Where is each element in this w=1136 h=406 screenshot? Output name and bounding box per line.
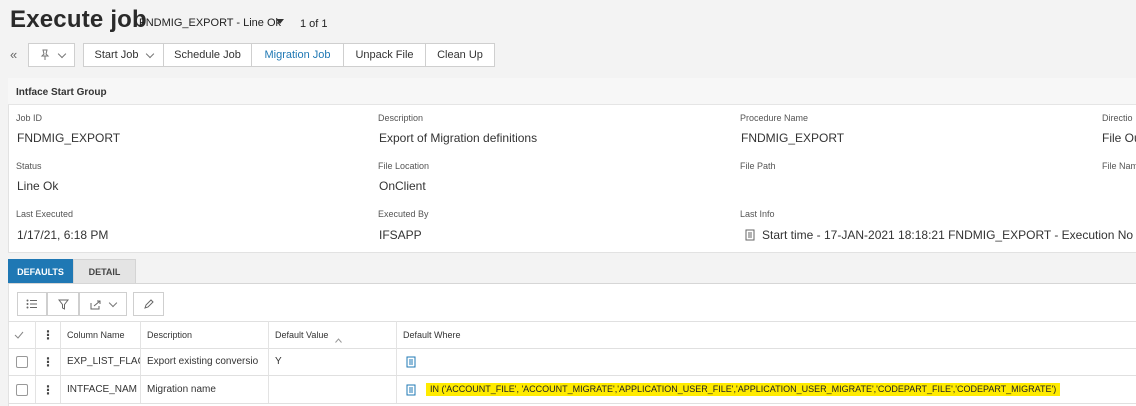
table-cell-default-value[interactable]: Y xyxy=(269,348,397,375)
default-where-highlight: IN ('ACCOUNT_FILE', 'ACCOUNT_MIGRATE','A… xyxy=(426,383,1061,396)
table-cell-default-where[interactable] xyxy=(397,348,1136,375)
field-value-file-location: OnClient xyxy=(379,179,426,193)
list-view-button[interactable] xyxy=(17,292,47,316)
pin-icon xyxy=(40,49,49,60)
field-value-last-info: Start time - 17-JAN-2021 18:18:21 FNDMIG… xyxy=(762,228,1136,242)
row-divider xyxy=(8,403,1136,404)
field-value-executed-by: IFSAPP xyxy=(379,228,422,242)
filter-icon xyxy=(57,299,69,310)
chevron-down-icon xyxy=(145,49,154,58)
list-icon xyxy=(26,299,37,309)
header-column-name[interactable]: Column Name xyxy=(61,321,141,348)
page-title: Execute job xyxy=(10,6,147,33)
document-icon[interactable] xyxy=(406,356,416,368)
field-label-file-location: File Location xyxy=(378,161,430,171)
schedule-job-button[interactable]: Schedule Job xyxy=(163,43,252,67)
checkmark-icon xyxy=(14,331,24,339)
field-label-job-id: Job ID xyxy=(16,113,43,123)
row-menu[interactable]: ⋮ xyxy=(36,348,61,375)
field-label-executed-by: Executed By xyxy=(378,209,429,219)
more-icon: ⋮ xyxy=(42,327,54,342)
unpack-file-button[interactable]: Unpack File xyxy=(343,43,426,67)
edit-button[interactable] xyxy=(133,292,164,316)
chevron-down-icon xyxy=(57,49,66,58)
record-selector-label[interactable]: FNDMIG_EXPORT - Line Ok xyxy=(139,17,281,29)
panel-title: Intface Start Group xyxy=(16,87,107,98)
header-default-value-label: Default Value xyxy=(275,329,329,340)
checkbox[interactable] xyxy=(15,383,28,396)
panel-header xyxy=(8,78,1136,105)
field-value-description: Export of Migration definitions xyxy=(379,131,538,145)
tab-defaults[interactable]: DEFAULTS xyxy=(8,259,73,284)
table-cell-column-name[interactable]: EXP_LIST_FLAG xyxy=(61,348,141,375)
field-label-direction: Directio xyxy=(1102,113,1133,123)
field-label-status: Status xyxy=(16,161,42,171)
more-icon[interactable]: ⋮ xyxy=(42,355,54,369)
field-value-status: Line Ok xyxy=(17,179,59,193)
more-icon[interactable]: ⋮ xyxy=(42,383,54,397)
document-icon[interactable] xyxy=(745,229,755,241)
header-description[interactable]: Description xyxy=(141,321,269,348)
field-label-procedure-name: Procedure Name xyxy=(740,113,809,123)
table-cell-default-value[interactable] xyxy=(269,376,397,403)
header-default-where[interactable]: Default Where xyxy=(397,321,1136,348)
tab-detail[interactable]: DETAIL xyxy=(73,259,136,284)
favorites-dropdown-button[interactable] xyxy=(28,43,75,67)
table-cell-description[interactable]: Export existing conversio xyxy=(141,348,269,375)
pencil-icon xyxy=(144,298,154,309)
checkbox[interactable] xyxy=(15,355,28,368)
document-icon[interactable] xyxy=(406,384,416,396)
table-cell-default-where[interactable]: IN ('ACCOUNT_FILE', 'ACCOUNT_MIGRATE','A… xyxy=(397,376,1136,403)
sort-up-icon xyxy=(335,338,342,343)
field-label-last-info: Last Info xyxy=(740,209,775,219)
row-menu[interactable]: ⋮ xyxy=(36,376,61,403)
header-default-value[interactable]: Default Value xyxy=(269,321,397,348)
field-label-file-path: File Path xyxy=(740,161,776,171)
caret-down-icon[interactable] xyxy=(276,19,284,24)
record-count: 1 of 1 xyxy=(300,18,328,30)
row-checkbox[interactable] xyxy=(8,376,36,403)
export-icon xyxy=(90,300,101,309)
row-actions-header: ⋮ xyxy=(36,321,61,348)
field-value-procedure-name: FNDMIG_EXPORT xyxy=(741,131,845,145)
field-label-file-name: File Nam xyxy=(1102,161,1136,171)
row-checkbox[interactable] xyxy=(8,348,36,375)
start-job-label: Start Job xyxy=(94,49,139,61)
table-cell-description[interactable]: Migration name xyxy=(141,376,269,403)
export-dropdown-button[interactable] xyxy=(79,292,127,316)
field-value-last-executed: 1/17/21, 6:18 PM xyxy=(17,228,109,242)
field-label-description: Description xyxy=(378,113,424,123)
chevron-down-icon xyxy=(108,298,118,307)
field-value-job-id: FNDMIG_EXPORT xyxy=(17,131,121,145)
field-label-last-executed: Last Executed xyxy=(16,209,74,219)
select-all-header[interactable] xyxy=(8,321,36,348)
start-job-button[interactable]: Start Job xyxy=(83,43,164,67)
filter-button[interactable] xyxy=(47,292,79,316)
clean-up-button[interactable]: Clean Up xyxy=(425,43,495,67)
collapse-navigator-icon[interactable]: « xyxy=(10,47,17,62)
migration-job-button[interactable]: Migration Job xyxy=(251,43,344,67)
table-cell-column-name[interactable]: INTFACE_NAM xyxy=(61,376,141,403)
field-value-direction: File Ou xyxy=(1102,131,1136,145)
